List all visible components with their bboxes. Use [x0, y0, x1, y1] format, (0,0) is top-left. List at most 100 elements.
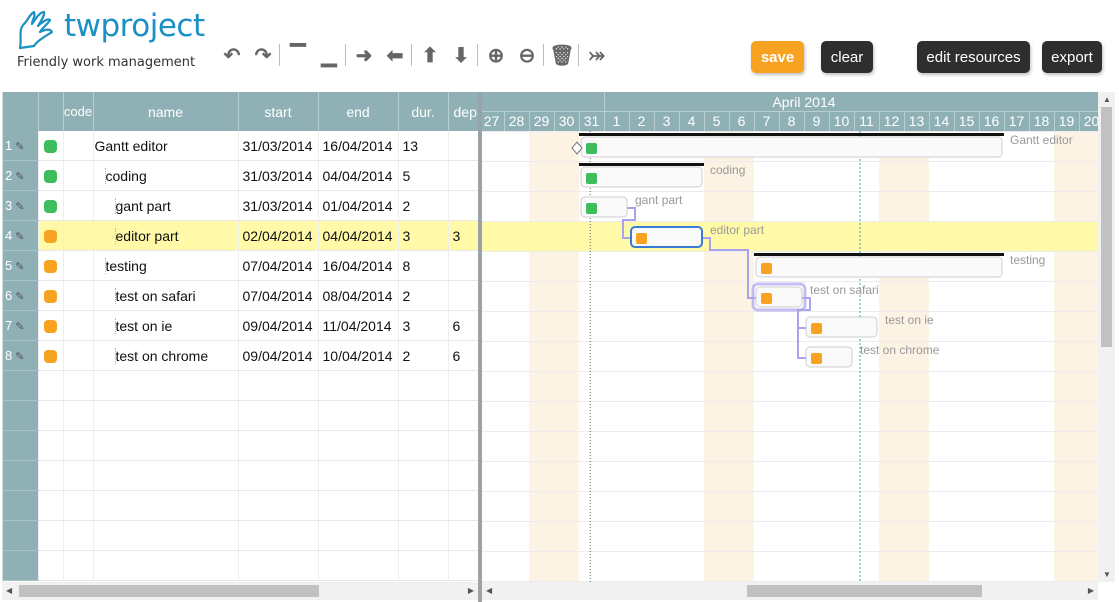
edit-pencil-icon[interactable]: ✎: [15, 321, 24, 333]
empty-cell[interactable]: [398, 370, 449, 401]
empty-cell[interactable]: [93, 520, 239, 551]
empty-cell[interactable]: [63, 460, 94, 491]
vertical-scroll-thumb[interactable]: [1101, 107, 1112, 347]
empty-cell[interactable]: [93, 400, 239, 431]
gantt-scroll-thumb[interactable]: [747, 585, 982, 597]
name-cell[interactable]: Gantt editor: [93, 131, 239, 161]
empty-cell[interactable]: [318, 370, 399, 401]
name-cell[interactable]: coding: [93, 160, 239, 191]
empty-cell[interactable]: [398, 430, 449, 461]
empty-cell[interactable]: [63, 430, 94, 461]
end-cell[interactable]: 08/04/2014: [318, 280, 399, 311]
task-name[interactable]: Gantt editor: [95, 138, 168, 154]
task-name[interactable]: test on chrome: [114, 347, 209, 364]
empty-cell[interactable]: [63, 490, 94, 521]
name-cell[interactable]: test on ie: [93, 310, 239, 341]
status-cell[interactable]: [38, 520, 64, 551]
status-indicator[interactable]: [44, 170, 57, 184]
name-cell[interactable]: gant part: [93, 190, 239, 221]
empty-cell[interactable]: [448, 400, 479, 431]
start-cell[interactable]: 09/04/2014: [238, 310, 319, 341]
status-cell[interactable]: [38, 400, 64, 431]
empty-cell[interactable]: [93, 370, 239, 401]
table-row[interactable]: [3, 430, 479, 461]
empty-cell[interactable]: [238, 550, 319, 581]
gantt-scroll-left-icon[interactable]: ◀: [486, 586, 492, 595]
status-cell[interactable]: [38, 430, 64, 461]
end-cell[interactable]: 04/04/2014: [318, 160, 399, 191]
duration-cell[interactable]: 3: [398, 310, 449, 341]
end-cell[interactable]: 11/04/2014: [318, 310, 399, 341]
status-cell[interactable]: [38, 490, 64, 521]
empty-cell[interactable]: [448, 490, 479, 521]
status-cell[interactable]: [38, 280, 64, 311]
empty-cell[interactable]: [318, 550, 399, 581]
table-row[interactable]: 2 ✎ coding 31/03/2014 04/04/2014 5: [3, 160, 479, 191]
table-row[interactable]: 3 ✎ gant part 31/03/2014 01/04/2014 2: [3, 190, 479, 221]
task-name[interactable]: editor part: [114, 227, 179, 244]
status-cell[interactable]: [38, 250, 64, 281]
duration-cell[interactable]: 3: [398, 220, 449, 251]
undo-icon[interactable]: ↶: [219, 42, 245, 68]
status-indicator[interactable]: [44, 140, 57, 154]
empty-cell[interactable]: [238, 400, 319, 431]
duration-cell[interactable]: 2: [398, 190, 449, 221]
table-row[interactable]: 8 ✎ test on chrome 09/04/2014 10/04/2014 2 6: [3, 340, 479, 371]
edit-pencil-icon[interactable]: ✎: [15, 291, 24, 303]
gantt-horizontal-scrollbar[interactable]: ◀ ▶: [482, 582, 1098, 600]
task-name[interactable]: test on ie: [114, 317, 173, 334]
dependency-cell[interactable]: [448, 190, 479, 221]
status-indicator[interactable]: [44, 350, 57, 364]
status-indicator[interactable]: [44, 260, 57, 274]
scroll-left-icon[interactable]: ◀: [6, 586, 12, 595]
edit-resources-button[interactable]: edit resources: [917, 41, 1030, 73]
clear-button[interactable]: clear: [821, 41, 873, 73]
zoom-in-icon[interactable]: ⊕: [483, 42, 509, 68]
code-cell[interactable]: [63, 310, 94, 341]
table-row[interactable]: [3, 550, 479, 581]
start-cell[interactable]: 31/03/2014: [238, 131, 319, 161]
edit-pencil-icon[interactable]: ✎: [15, 201, 24, 213]
export-button[interactable]: export: [1042, 41, 1102, 73]
empty-cell[interactable]: [318, 460, 399, 491]
dependency-cell[interactable]: 6: [448, 340, 479, 371]
status-cell[interactable]: [38, 370, 64, 401]
code-cell[interactable]: [63, 131, 94, 161]
table-row[interactable]: [3, 460, 479, 491]
edit-pencil-icon[interactable]: ✎: [15, 141, 24, 153]
dependency-cell[interactable]: [448, 280, 479, 311]
redo-icon[interactable]: ↷: [250, 42, 276, 68]
code-cell[interactable]: [63, 250, 94, 281]
task-name[interactable]: coding: [104, 167, 147, 184]
empty-cell[interactable]: [238, 460, 319, 491]
edit-pencil-icon[interactable]: ✎: [15, 261, 24, 273]
save-button[interactable]: save: [751, 41, 804, 73]
code-cell[interactable]: [63, 190, 94, 221]
empty-cell[interactable]: [398, 490, 449, 521]
empty-cell[interactable]: [63, 370, 94, 401]
grid-horizontal-scrollbar[interactable]: ◀ ▶: [2, 582, 478, 600]
column-header-end[interactable]: end: [318, 92, 399, 131]
empty-cell[interactable]: [448, 520, 479, 551]
insert-below-icon[interactable]: ▁: [316, 42, 342, 68]
code-cell[interactable]: [63, 220, 94, 251]
empty-cell[interactable]: [238, 430, 319, 461]
status-cell[interactable]: [38, 550, 64, 581]
status-cell[interactable]: [38, 160, 64, 191]
empty-cell[interactable]: [93, 460, 239, 491]
table-row[interactable]: [3, 400, 479, 431]
empty-cell[interactable]: [93, 550, 239, 581]
empty-cell[interactable]: [63, 520, 94, 551]
dependency-cell[interactable]: [448, 131, 479, 161]
status-cell[interactable]: [38, 131, 64, 161]
column-header-code[interactable]: code: [63, 92, 94, 131]
name-cell[interactable]: test on safari: [93, 280, 239, 311]
empty-cell[interactable]: [63, 550, 94, 581]
table-row[interactable]: 4 ✎ editor part 02/04/2014 04/04/2014 3 3: [3, 220, 479, 251]
column-header-duration[interactable]: dur.: [398, 92, 449, 131]
status-indicator[interactable]: [44, 200, 57, 214]
edit-pencil-icon[interactable]: ✎: [15, 351, 24, 363]
name-cell[interactable]: test on chrome: [93, 340, 239, 371]
status-cell[interactable]: [38, 310, 64, 341]
table-row[interactable]: 5 ✎ testing 07/04/2014 16/04/2014 8: [3, 250, 479, 281]
